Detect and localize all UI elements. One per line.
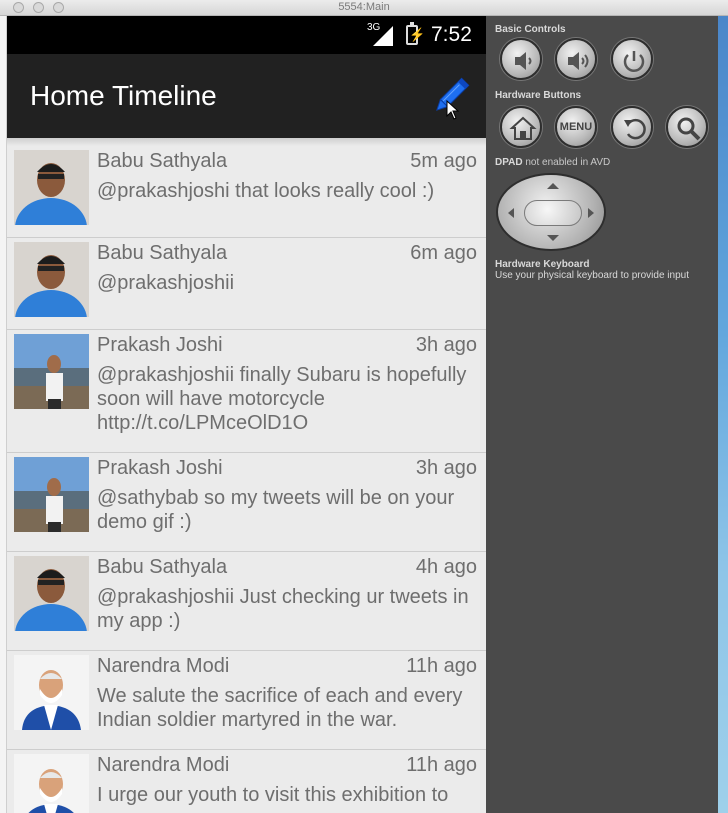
tweet-item[interactable]: Prakash Joshi 3h ago @prakashjoshii fina… — [7, 330, 486, 453]
back-arrow-icon — [624, 118, 646, 140]
dpad[interactable] — [496, 173, 606, 251]
tweet-text: I urge our youth to visit this exhibitio… — [97, 784, 449, 806]
tweet-time: 3h ago — [415, 334, 477, 356]
action-bar-shadow — [7, 138, 486, 146]
device-screen: 3G ⚡ 7:52 Home Timeline Babu Sathyala 5m… — [7, 16, 486, 813]
volume-up-icon — [568, 52, 589, 70]
dpad-center-button[interactable] — [524, 200, 582, 226]
tweet-item[interactable]: Babu Sathyala 6m ago @prakashjoshii — [7, 238, 486, 330]
hardware-keyboard-label: Hardware Keyboard — [495, 259, 590, 270]
tweet-item[interactable]: Narendra Modi 11h ago I urge our youth t… — [7, 750, 486, 813]
tweet-text: @prakashjoshi that looks really cool :) — [97, 180, 435, 202]
tweet-author: Babu Sathyala — [97, 150, 228, 172]
avatar[interactable] — [14, 556, 89, 631]
basic-controls-label: Basic Controls — [495, 24, 566, 35]
dpad-note: not enabled in AVD — [525, 157, 611, 168]
emulator-window: 5554:Main 3G ⚡ 7:52 Home Timeline Babu S… — [0, 0, 728, 813]
tweet-item[interactable]: Prakash Joshi 3h ago @sathybab so my twe… — [7, 453, 486, 552]
window-title: 5554:Main — [338, 1, 390, 13]
hardware-keyboard-note: Use your physical keyboard to provide in… — [495, 270, 689, 281]
search-icon — [677, 117, 701, 141]
dpad-title: DPAD — [495, 157, 523, 168]
tweet-author: Prakash Joshi — [97, 457, 223, 479]
signal-icon — [373, 26, 393, 46]
volume-up-button[interactable] — [555, 38, 597, 80]
action-bar: Home Timeline — [7, 54, 486, 138]
power-button[interactable] — [611, 38, 653, 80]
tweet-author: Narendra Modi — [97, 655, 230, 677]
tweet-time: 11h ago — [406, 655, 477, 677]
tweet-text: @prakashjoshii Just checking ur tweets i… — [97, 586, 469, 632]
status-bar: 3G ⚡ 7:52 — [7, 16, 486, 54]
status-clock: 7:52 — [431, 23, 472, 46]
avatar[interactable] — [14, 242, 89, 317]
volume-down-button[interactable] — [500, 38, 542, 80]
hardware-buttons-label: Hardware Buttons — [495, 90, 582, 101]
tweet-text: @prakashjoshii — [97, 272, 235, 294]
menu-button[interactable]: MENU — [555, 106, 597, 148]
tweet-text: @prakashjoshii finally Subaru is hopeful… — [97, 364, 467, 434]
tweet-item[interactable]: Babu Sathyala 5m ago @prakashjoshi that … — [7, 146, 486, 238]
tweet-author: Babu Sathyala — [97, 556, 228, 578]
tweet-time: 3h ago — [415, 457, 477, 479]
tweet-author: Prakash Joshi — [97, 334, 223, 356]
tweet-item[interactable]: Babu Sathyala 4h ago @prakashjoshii Just… — [7, 552, 486, 651]
desktop-wallpaper-edge — [718, 16, 728, 813]
tweet-time: 6m ago — [410, 242, 477, 264]
tweet-time: 11h ago — [406, 754, 477, 776]
back-button[interactable] — [611, 106, 653, 148]
tweet-author: Narendra Modi — [97, 754, 230, 776]
tweet-list[interactable]: Babu Sathyala 5m ago @prakashjoshi that … — [7, 146, 486, 813]
tweet-author: Babu Sathyala — [97, 242, 228, 264]
tweet-text: @sathybab so my tweets will be on your d… — [97, 487, 455, 533]
volume-down-icon — [515, 52, 532, 70]
home-icon — [509, 116, 537, 140]
menu-button-label: MENU — [559, 121, 593, 133]
power-icon — [623, 51, 645, 72]
avatar[interactable] — [14, 754, 89, 813]
home-button[interactable] — [500, 106, 542, 148]
tweet-text: We salute the sacrifice of each and ever… — [97, 685, 463, 731]
battery-icon: ⚡ — [406, 22, 425, 45]
tweet-time: 4h ago — [415, 556, 477, 578]
dpad-label: DPAD not enabled in AVD — [495, 157, 610, 168]
avatar[interactable] — [14, 655, 89, 730]
tweet-time: 5m ago — [410, 150, 477, 172]
emulator-controls-panel: Basic Controls Hardware Buttons MENU DPA… — [486, 16, 718, 813]
tweet-item[interactable]: Narendra Modi 11h ago We salute the sacr… — [7, 651, 486, 750]
avatar[interactable] — [14, 334, 89, 409]
page-title: Home Timeline — [30, 80, 217, 111]
window-titlebar: 5554:Main — [0, 0, 728, 16]
avatar[interactable] — [14, 150, 89, 225]
mouse-pointer-icon — [446, 100, 460, 120]
avatar[interactable] — [14, 457, 89, 532]
search-button[interactable] — [666, 106, 708, 148]
background-window-edge — [0, 16, 7, 813]
